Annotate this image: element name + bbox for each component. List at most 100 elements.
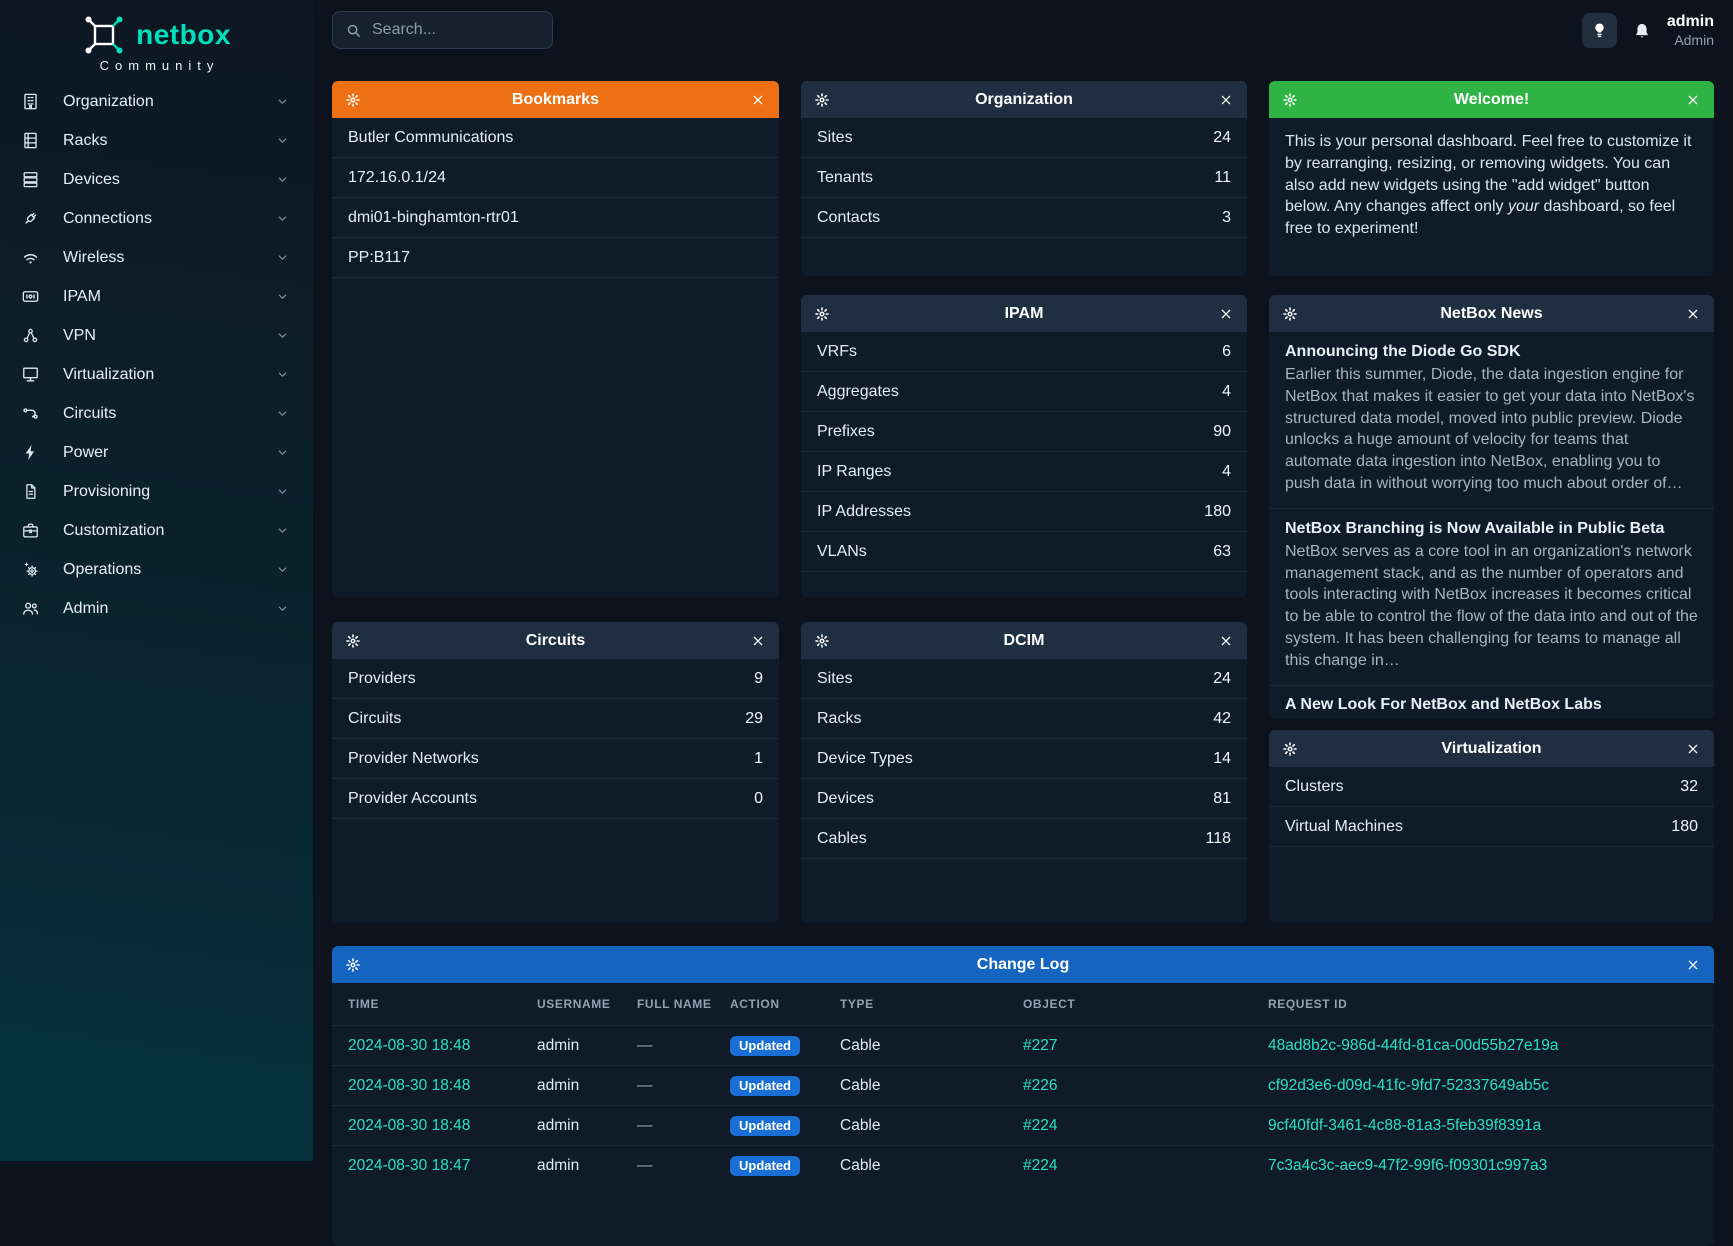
stat-row-cables[interactable]: Cables118 bbox=[801, 819, 1247, 859]
stat-row-provider-networks[interactable]: Provider Networks1 bbox=[332, 739, 779, 779]
sidebar-item-circuits[interactable]: Circuits bbox=[0, 394, 313, 433]
chevron-down-icon bbox=[274, 327, 291, 344]
widget-dcim-header: DCIM bbox=[801, 622, 1247, 659]
change-request-id-link[interactable]: 48ad8b2c-986d-44fd-81ca-00d55b27e19a bbox=[1268, 1037, 1698, 1055]
server-icon bbox=[21, 170, 40, 189]
lightbulb-icon bbox=[1590, 21, 1609, 40]
stat-row-virtual-machines[interactable]: Virtual Machines180 bbox=[1269, 807, 1714, 847]
gear-icon[interactable] bbox=[1282, 741, 1298, 757]
change-request-id-link[interactable]: cf92d3e6-d09d-41fc-9fd7-52337649ab5c bbox=[1268, 1077, 1698, 1095]
sidebar-item-devices[interactable]: Devices bbox=[0, 160, 313, 199]
change-time-link[interactable]: 2024-08-30 18:48 bbox=[348, 1117, 537, 1135]
stat-row-provider-accounts[interactable]: Provider Accounts0 bbox=[332, 779, 779, 819]
change-full-name: — bbox=[637, 1157, 730, 1175]
bell-icon[interactable] bbox=[1632, 21, 1652, 41]
news-article-title[interactable]: Announcing the Diode Go SDK bbox=[1285, 343, 1698, 361]
brand-subtitle: Community bbox=[0, 58, 313, 73]
table-row: 2024-08-30 18:48 admin — Updated Cable #… bbox=[332, 1105, 1714, 1145]
close-icon[interactable] bbox=[1218, 633, 1234, 649]
widget-organization-header: Organization bbox=[801, 81, 1247, 118]
action-badge: Updated bbox=[730, 1116, 800, 1136]
change-object-link[interactable]: #224 bbox=[1023, 1117, 1268, 1135]
theme-toggle-button[interactable] bbox=[1582, 13, 1617, 48]
widget-title: NetBox News bbox=[1269, 305, 1714, 323]
change-object-link[interactable]: #227 bbox=[1023, 1037, 1268, 1055]
close-icon[interactable] bbox=[1685, 92, 1701, 108]
close-icon[interactable] bbox=[1685, 741, 1701, 757]
sidebar-item-virtualization[interactable]: Virtualization bbox=[0, 355, 313, 394]
stat-row-sites[interactable]: Sites24 bbox=[801, 118, 1247, 158]
change-time-link[interactable]: 2024-08-30 18:48 bbox=[348, 1037, 537, 1055]
change-log-table: Time Username Full Name Action Type Obje… bbox=[332, 983, 1714, 1185]
stat-row-vlans[interactable]: VLANs63 bbox=[801, 532, 1247, 572]
stat-row-circuits[interactable]: Circuits29 bbox=[332, 699, 779, 739]
change-time-link[interactable]: 2024-08-30 18:48 bbox=[348, 1077, 537, 1095]
sidebar-item-racks[interactable]: Racks bbox=[0, 121, 313, 160]
column-header-username: Username bbox=[537, 997, 637, 1011]
stat-row-sites[interactable]: Sites24 bbox=[801, 659, 1247, 699]
stat-row-clusters[interactable]: Clusters32 bbox=[1269, 767, 1714, 807]
change-username: admin bbox=[537, 1157, 637, 1175]
sidebar-item-operations[interactable]: Operations bbox=[0, 550, 313, 589]
stat-row-devices[interactable]: Devices81 bbox=[801, 779, 1247, 819]
widget-title: IPAM bbox=[801, 305, 1247, 323]
gear-icon[interactable] bbox=[1282, 92, 1298, 108]
user-menu[interactable]: admin Admin bbox=[1667, 13, 1714, 47]
stat-row-ip-addresses[interactable]: IP Addresses180 bbox=[801, 492, 1247, 532]
widget-welcome-header: Welcome! bbox=[1269, 81, 1714, 118]
sidebar-item-wireless[interactable]: Wireless bbox=[0, 238, 313, 277]
news-article-title[interactable]: NetBox Branching is Now Available in Pub… bbox=[1285, 520, 1698, 538]
sidebar-item-admin[interactable]: Admin bbox=[0, 589, 313, 628]
sidebar-item-power[interactable]: Power bbox=[0, 433, 313, 472]
close-icon[interactable] bbox=[1685, 957, 1701, 973]
search-input[interactable] bbox=[372, 21, 540, 39]
widget-title: Change Log bbox=[332, 956, 1714, 974]
sidebar-item-provisioning[interactable]: Provisioning bbox=[0, 472, 313, 511]
sidebar-item-connections[interactable]: Connections bbox=[0, 199, 313, 238]
change-request-id-link[interactable]: 9cf40fdf-3461-4c88-81a3-5feb39f8391a bbox=[1268, 1117, 1698, 1135]
sidebar-item-organization[interactable]: Organization bbox=[0, 82, 313, 121]
column-header-object: Object bbox=[1023, 997, 1268, 1011]
stat-row-tenants[interactable]: Tenants11 bbox=[801, 158, 1247, 198]
bookmark-item[interactable]: dmi01-binghamton-rtr01 bbox=[332, 198, 779, 238]
stat-row-device-types[interactable]: Device Types14 bbox=[801, 739, 1247, 779]
sidebar-item-ipam[interactable]: IPAM bbox=[0, 277, 313, 316]
change-full-name: — bbox=[637, 1117, 730, 1135]
stat-row-vrfs[interactable]: VRFs6 bbox=[801, 332, 1247, 372]
change-object-link[interactable]: #226 bbox=[1023, 1077, 1268, 1095]
close-icon[interactable] bbox=[750, 633, 766, 649]
widget-circuits: Circuits Providers9 Circuits29 Provider … bbox=[332, 622, 779, 923]
change-request-id-link[interactable]: 7c3a4c3c-aec9-47f2-99f6-f09301c997a3 bbox=[1268, 1157, 1698, 1175]
stat-row-prefixes[interactable]: Prefixes90 bbox=[801, 412, 1247, 452]
close-icon[interactable] bbox=[1218, 92, 1234, 108]
table-header-row: Time Username Full Name Action Type Obje… bbox=[332, 983, 1714, 1025]
stat-row-contacts[interactable]: Contacts3 bbox=[801, 198, 1247, 238]
close-icon[interactable] bbox=[1218, 306, 1234, 322]
gear-icon[interactable] bbox=[814, 306, 830, 322]
bookmark-item[interactable]: PP:B117 bbox=[332, 238, 779, 278]
bookmark-item[interactable]: Butler Communications bbox=[332, 118, 779, 158]
stat-row-racks[interactable]: Racks42 bbox=[801, 699, 1247, 739]
change-action-cell: Updated bbox=[730, 1076, 840, 1096]
stat-row-aggregates[interactable]: Aggregates4 bbox=[801, 372, 1247, 412]
close-icon[interactable] bbox=[750, 92, 766, 108]
chevron-down-icon bbox=[274, 405, 291, 422]
news-article-title[interactable]: A New Look For NetBox and NetBox Labs bbox=[1285, 696, 1698, 714]
sidebar-item-vpn[interactable]: VPN bbox=[0, 316, 313, 355]
gear-icon[interactable] bbox=[1282, 306, 1298, 322]
rack-icon bbox=[21, 131, 40, 150]
bookmark-item[interactable]: 172.16.0.1/24 bbox=[332, 158, 779, 198]
sidebar-item-customization[interactable]: Customization bbox=[0, 511, 313, 550]
stat-row-providers[interactable]: Providers9 bbox=[332, 659, 779, 699]
close-icon[interactable] bbox=[1685, 306, 1701, 322]
gear-icon[interactable] bbox=[345, 633, 361, 649]
gear-icon[interactable] bbox=[345, 92, 361, 108]
change-time-link[interactable]: 2024-08-30 18:47 bbox=[348, 1157, 537, 1175]
gear-icon[interactable] bbox=[345, 957, 361, 973]
stat-row-ip-ranges[interactable]: IP Ranges4 bbox=[801, 452, 1247, 492]
gear-icon[interactable] bbox=[814, 92, 830, 108]
change-object-link[interactable]: #224 bbox=[1023, 1157, 1268, 1175]
gear-icon[interactable] bbox=[814, 633, 830, 649]
brand[interactable]: netbox bbox=[0, 0, 313, 57]
search-box[interactable] bbox=[332, 11, 553, 49]
